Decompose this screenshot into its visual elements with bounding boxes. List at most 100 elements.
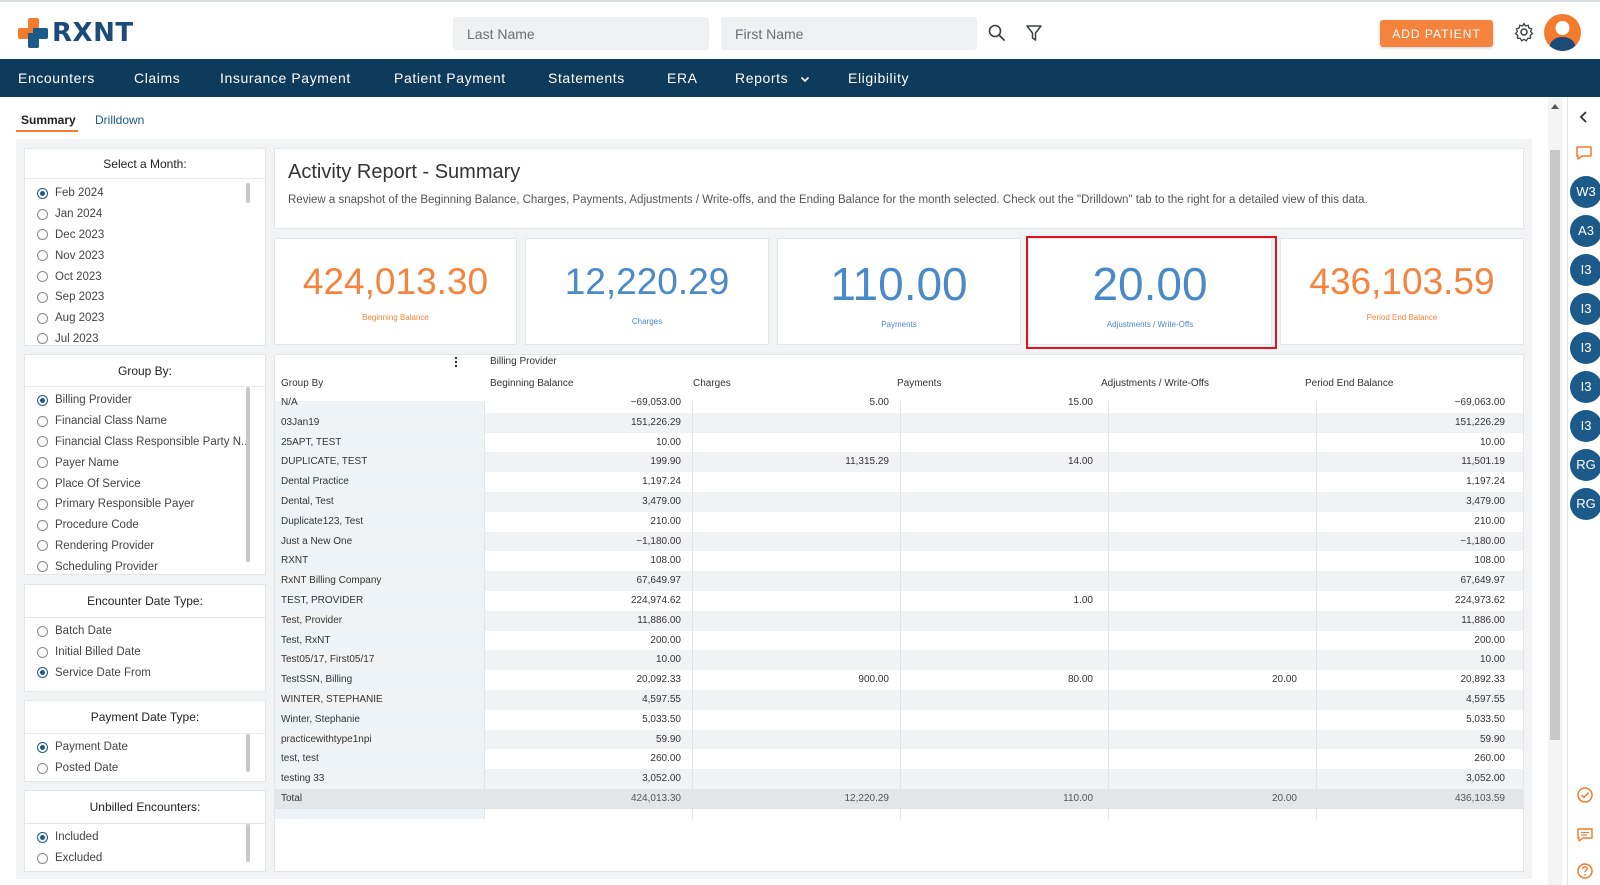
- message-icon[interactable]: [1576, 826, 1594, 844]
- user-silhouette-icon: [1549, 21, 1576, 51]
- column-header[interactable]: Charges: [693, 378, 731, 389]
- encounter_date_type-option[interactable]: Service Date From: [25, 663, 265, 684]
- group_by-option[interactable]: Rendering Provider: [25, 536, 265, 557]
- nav-patient-payment[interactable]: Patient Payment: [394, 59, 506, 97]
- nav-era[interactable]: ERA: [667, 59, 698, 97]
- radio-button[interactable]: [37, 250, 48, 262]
- kpi-value: 12,220.29: [564, 261, 730, 302]
- radio-button[interactable]: [37, 646, 48, 658]
- row-group-label: Test05/17, First05/17: [281, 654, 375, 666]
- payment_date_type-option[interactable]: Posted Date: [25, 758, 265, 779]
- search-icon[interactable]: [986, 22, 1008, 44]
- radio-button[interactable]: [37, 478, 48, 490]
- rail-user-badge[interactable]: A3: [1570, 215, 1600, 247]
- radio-button[interactable]: [37, 667, 48, 679]
- nav-insurance-payment[interactable]: Insurance Payment: [220, 59, 351, 97]
- nav-reports[interactable]: Reports: [735, 59, 811, 97]
- rail-user-badge[interactable]: I3: [1570, 293, 1600, 325]
- column-header[interactable]: Payments: [897, 378, 941, 389]
- task-check-icon[interactable]: [1576, 786, 1594, 804]
- scrollbar-thumb[interactable]: [246, 387, 250, 562]
- radio-button[interactable]: [37, 271, 48, 283]
- nav-statements[interactable]: Statements: [548, 59, 625, 97]
- panel-title: Select a Month:: [25, 149, 265, 179]
- tab-drilldown[interactable]: Drilldown: [95, 113, 144, 127]
- column-header[interactable]: Adjustments / Write-Offs: [1101, 378, 1209, 389]
- radio-button[interactable]: [37, 831, 48, 843]
- group_by-option[interactable]: Primary Responsible Payer: [25, 494, 265, 515]
- rail-user-badge[interactable]: I3: [1570, 254, 1600, 286]
- tab-summary[interactable]: Summary: [21, 113, 76, 127]
- column-header[interactable]: Group By: [281, 378, 323, 389]
- group_by-option[interactable]: Place Of Service: [25, 473, 265, 494]
- add-patient-button[interactable]: ADD PATIENT: [1380, 20, 1493, 47]
- group_by-option[interactable]: Scheduling Provider: [25, 556, 265, 574]
- radio-button[interactable]: [37, 457, 48, 469]
- month-option[interactable]: Jan 2024: [25, 204, 265, 225]
- group_by-option[interactable]: Financial Class Name: [25, 411, 265, 432]
- rail-user-badge[interactable]: I3: [1570, 332, 1600, 364]
- more-vertical-icon[interactable]: [451, 355, 461, 369]
- chevron-left-icon[interactable]: [1577, 110, 1591, 124]
- radio-button[interactable]: [37, 852, 48, 864]
- encounter_date_type-option[interactable]: Initial Billed Date: [25, 642, 265, 663]
- radio-button[interactable]: [37, 762, 48, 774]
- encounter_date_type-option[interactable]: Batch Date: [25, 621, 265, 642]
- first-name-input[interactable]: [721, 17, 977, 50]
- radio-button[interactable]: [37, 208, 48, 220]
- radio-button[interactable]: [37, 312, 48, 324]
- rail-user-badge[interactable]: W3: [1570, 176, 1600, 208]
- radio-button[interactable]: [37, 436, 48, 448]
- rail-user-badge[interactable]: RG: [1570, 449, 1600, 481]
- month-option[interactable]: Dec 2023: [25, 225, 265, 246]
- chat-icon[interactable]: [1574, 143, 1594, 163]
- last-name-input[interactable]: [453, 17, 709, 50]
- scroll-up-arrow-icon[interactable]: [1549, 101, 1561, 113]
- rail-user-badge[interactable]: RG: [1570, 488, 1600, 520]
- group_by-option[interactable]: Financial Class Responsible Party N...: [25, 432, 265, 453]
- column-header[interactable]: Beginning Balance: [490, 378, 573, 389]
- page-scrollbar-thumb[interactable]: [1550, 150, 1560, 740]
- radio-button[interactable]: [37, 291, 48, 303]
- nav-encounters[interactable]: Encounters: [18, 59, 95, 97]
- table-cell: 67,649.97: [1460, 575, 1506, 587]
- rail-user-badge[interactable]: I3: [1570, 371, 1600, 403]
- radio-button[interactable]: [37, 229, 48, 241]
- scrollbar-thumb[interactable]: [246, 734, 250, 772]
- help-icon[interactable]: [1576, 862, 1594, 880]
- radio-button[interactable]: [37, 187, 48, 199]
- group_by-option[interactable]: Payer Name: [25, 452, 265, 473]
- radio-button[interactable]: [37, 415, 48, 427]
- radio-button[interactable]: [37, 540, 48, 552]
- rail-user-badge[interactable]: I3: [1570, 410, 1600, 442]
- unbilled_encounters-option[interactable]: Excluded: [25, 848, 265, 869]
- column-header[interactable]: Period End Balance: [1305, 378, 1393, 389]
- radio-button[interactable]: [37, 333, 48, 345]
- user-avatar[interactable]: [1544, 14, 1581, 51]
- group_by-option[interactable]: Billing Provider: [25, 390, 265, 411]
- month-option[interactable]: Aug 2023: [25, 308, 265, 329]
- radio-button[interactable]: [37, 741, 48, 753]
- scrollbar-thumb[interactable]: [246, 183, 250, 203]
- gear-icon[interactable]: [1513, 21, 1535, 43]
- nav-claims[interactable]: Claims: [134, 59, 180, 97]
- nav-eligibility[interactable]: Eligibility: [848, 59, 909, 97]
- radio-button[interactable]: [37, 625, 48, 637]
- unbilled_encounters-option[interactable]: Included: [25, 827, 265, 848]
- month-option[interactable]: Jul 2023: [25, 329, 265, 345]
- radio-button[interactable]: [37, 498, 48, 510]
- radio-label: Procedure Code: [55, 519, 139, 532]
- table-row: Duplicate123, Test 210.00 210.00: [275, 512, 1523, 532]
- payment_date_type-option[interactable]: Payment Date: [25, 737, 265, 758]
- month-option[interactable]: Feb 2024: [25, 183, 265, 204]
- group_by-option[interactable]: Procedure Code: [25, 515, 265, 536]
- radio-button[interactable]: [37, 394, 48, 406]
- month-option[interactable]: Nov 2023: [25, 245, 265, 266]
- radio-button[interactable]: [37, 561, 48, 573]
- filter-icon[interactable]: [1023, 22, 1045, 44]
- radio-button[interactable]: [37, 519, 48, 531]
- month-option[interactable]: Sep 2023: [25, 287, 265, 308]
- month-option[interactable]: Oct 2023: [25, 266, 265, 287]
- scrollbar-thumb[interactable]: [246, 824, 250, 862]
- rxnt-logo[interactable]: RXNT: [18, 18, 134, 48]
